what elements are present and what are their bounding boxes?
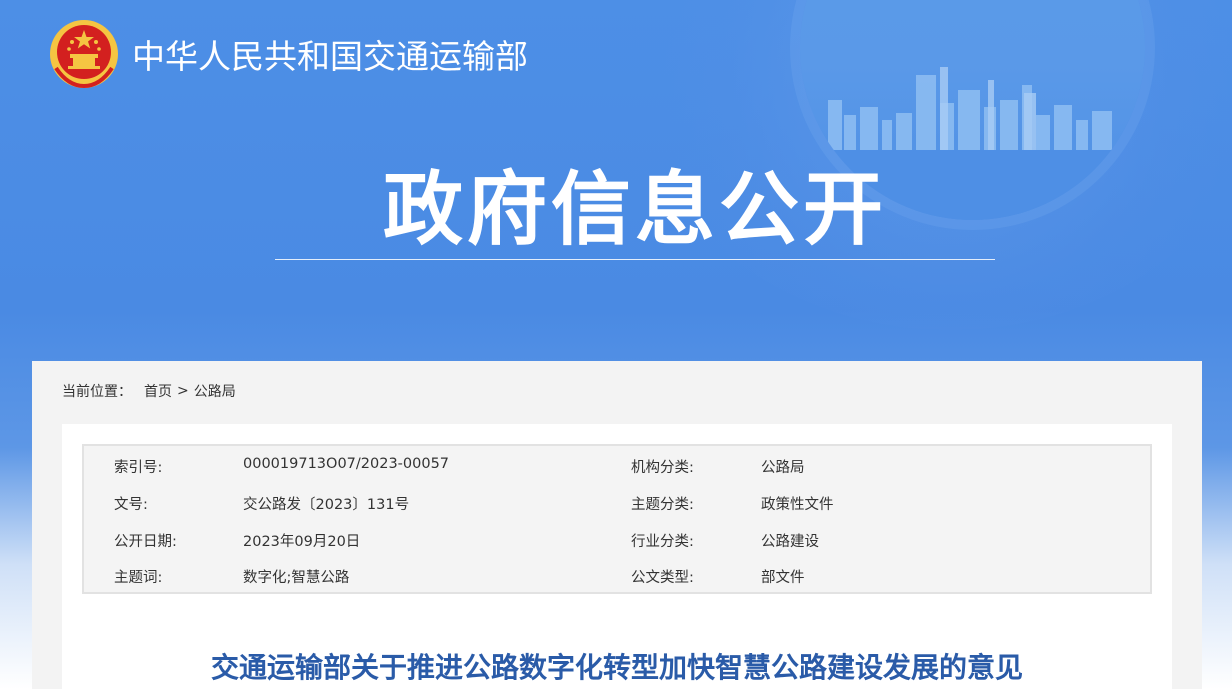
metadata-row: 索引号: 000019713O07/2023-00057 机构分类: 公路局: [84, 447, 1150, 484]
metadata-value: 公路建设: [761, 534, 819, 550]
metadata-row: 文号: 交公路发〔2023〕131号 主题分类: 政策性文件: [84, 484, 1150, 521]
metadata-label: 文号:: [114, 497, 148, 513]
metadata-value: 政策性文件: [761, 497, 834, 513]
metadata-value: 公路局: [761, 460, 805, 476]
metadata-row: 公开日期: 2023年09月20日 行业分类: 公路建设: [84, 521, 1150, 558]
metadata-label: 主题词:: [114, 570, 163, 586]
metadata-value: 部文件: [761, 570, 805, 586]
site-title[interactable]: 中华人民共和国交通运输部: [132, 30, 528, 78]
metadata-value: 2023年09月20日: [243, 534, 361, 550]
hero-divider: [275, 259, 995, 260]
metadata-label: 机构分类:: [631, 460, 694, 476]
metadata-label: 公文类型:: [631, 570, 694, 586]
breadcrumb-home-link[interactable]: 首页: [144, 381, 172, 401]
metadata-value: 交公路发〔2023〕131号: [243, 497, 410, 513]
metadata-label: 行业分类:: [631, 534, 694, 550]
hero-title: 政府信息公开: [383, 163, 887, 256]
metadata-label: 公开日期:: [114, 534, 177, 550]
breadcrumb-highway-bureau-link[interactable]: 公路局: [194, 381, 236, 401]
metadata-value: 数字化;智慧公路: [243, 570, 350, 586]
site-header: 中华人民共和国交通运输部: [48, 18, 528, 90]
metadata-label: 索引号:: [114, 460, 163, 476]
breadcrumb-prefix: 当前位置：: [62, 384, 132, 400]
breadcrumb-separator: >: [177, 383, 189, 399]
metadata-value: 000019713O07/2023-00057: [243, 456, 450, 472]
document-metadata-table: 索引号: 000019713O07/2023-00057 机构分类: 公路局 文…: [82, 444, 1152, 594]
national-emblem-icon: [50, 20, 118, 89]
metadata-label: 主题分类:: [631, 497, 694, 513]
article-container: 索引号: 000019713O07/2023-00057 机构分类: 公路局 文…: [62, 424, 1172, 689]
content-panel: 当前位置： 首页 > 公路局 索引号: 000019713O07/2023-00…: [32, 361, 1202, 689]
breadcrumb: 当前位置： 首页 > 公路局: [62, 381, 236, 401]
metadata-row: 主题词: 数字化;智慧公路 公文类型: 部文件: [84, 557, 1150, 594]
document-title: 交通运输部关于推进公路数字化转型加快智慧公路建设发展的意见: [210, 651, 1023, 684]
